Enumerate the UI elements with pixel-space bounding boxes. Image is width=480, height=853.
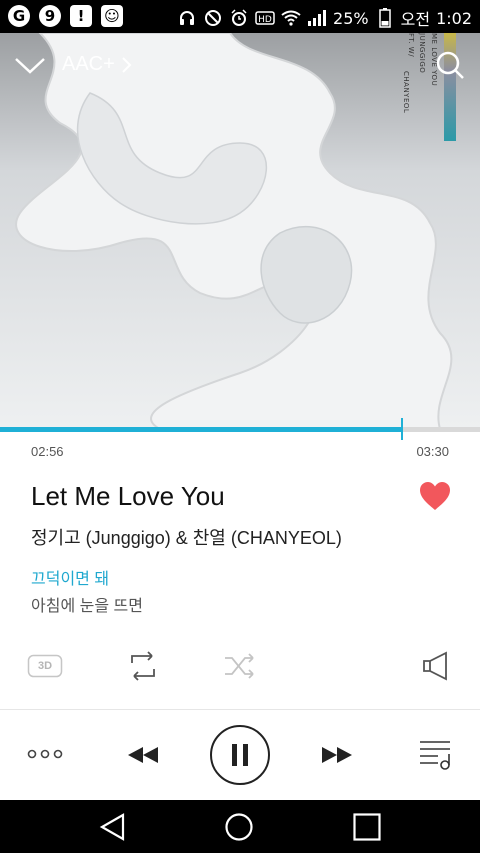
album-text-artist: JUNGGIGO <box>418 33 426 74</box>
system-status: HD 25% 오전 1:02 <box>177 6 472 30</box>
alarm-icon <box>229 8 249 28</box>
search-button[interactable] <box>434 49 466 81</box>
repeat-icon <box>131 651 155 681</box>
hd-voice-icon: HD <box>255 8 275 28</box>
track-artist[interactable]: 정기고 (Junggigo) & 찬열 (CHANYEOL) <box>31 524 342 550</box>
system-navigation-bar <box>0 800 480 853</box>
repeat-button[interactable] <box>126 650 160 682</box>
pause-icon <box>210 725 270 785</box>
wifi-icon <box>281 8 301 28</box>
codec-label: AAC+ <box>62 53 115 75</box>
like-button[interactable] <box>418 480 452 512</box>
codec-selector[interactable]: AAC+ <box>62 53 133 76</box>
more-options-button[interactable] <box>27 745 63 763</box>
chevron-down-icon <box>15 58 45 74</box>
speaker-icon <box>423 651 447 681</box>
notification-icons: G 9 ! ☺ <box>8 5 123 27</box>
rewind-icon <box>128 747 158 763</box>
total-duration: 03:30 <box>416 444 449 459</box>
shuffle-icon <box>225 653 254 679</box>
back-button[interactable] <box>98 812 128 842</box>
back-icon <box>99 813 125 841</box>
seek-bar[interactable] <box>0 427 480 432</box>
fast-forward-icon <box>322 747 352 763</box>
speaker-button[interactable] <box>420 650 452 682</box>
fast-forward-button[interactable] <box>320 744 354 766</box>
rewind-button[interactable] <box>126 744 160 766</box>
status-bar: G 9 ! ☺ HD 25% 오전 1:02 <box>0 0 480 33</box>
signal-icon <box>307 8 327 28</box>
seek-bar-thumb[interactable] <box>401 418 404 440</box>
playlist-button[interactable] <box>418 738 454 772</box>
clock-time: 1:02 <box>436 8 472 28</box>
home-button[interactable] <box>224 812 254 842</box>
svg-text:HD: HD <box>258 15 272 25</box>
3d-sound-button[interactable]: 3D <box>27 654 63 678</box>
album-art: ME LOVE YOU JUNGGIGO FT. W/ CHANYEOL AAC… <box>0 33 480 429</box>
recent-apps-button[interactable] <box>352 812 382 842</box>
playlist-icon <box>420 741 450 770</box>
3d-label: 3D <box>37 660 53 672</box>
messenger-notification-icon: ☺ <box>101 5 123 27</box>
heart-icon <box>420 482 450 510</box>
divider <box>0 709 480 710</box>
shuffle-button[interactable] <box>223 650 257 682</box>
album-text-featuring: FT. W/ <box>407 33 415 58</box>
seek-bar-fill <box>0 427 403 432</box>
pause-button[interactable] <box>209 724 271 786</box>
clock-ampm: 오전 <box>400 10 431 29</box>
track-title: Let Me Love You <box>31 481 225 511</box>
headset-icon <box>177 8 197 28</box>
battery-percent: 25% <box>333 8 369 28</box>
collapse-button[interactable] <box>12 51 48 79</box>
battery-icon <box>375 8 395 28</box>
more-icon <box>27 749 63 759</box>
album-text-feature-artist: CHANYEOL <box>402 71 410 114</box>
lyric-next[interactable]: 아침에 눈을 뜨면 <box>31 592 143 616</box>
alert-notification-icon: ! <box>70 5 92 27</box>
do-not-disturb-icon <box>203 8 223 28</box>
lyric-current[interactable]: 끄덕이면 돼 <box>31 565 109 589</box>
home-icon <box>225 813 253 841</box>
elapsed-time: 02:56 <box>31 444 64 459</box>
recent-apps-icon <box>353 813 381 841</box>
app-notification-icon: 9 <box>39 5 61 27</box>
search-icon <box>436 51 464 79</box>
app-notification-icon: G <box>8 5 30 27</box>
chevron-right-icon <box>122 56 132 73</box>
